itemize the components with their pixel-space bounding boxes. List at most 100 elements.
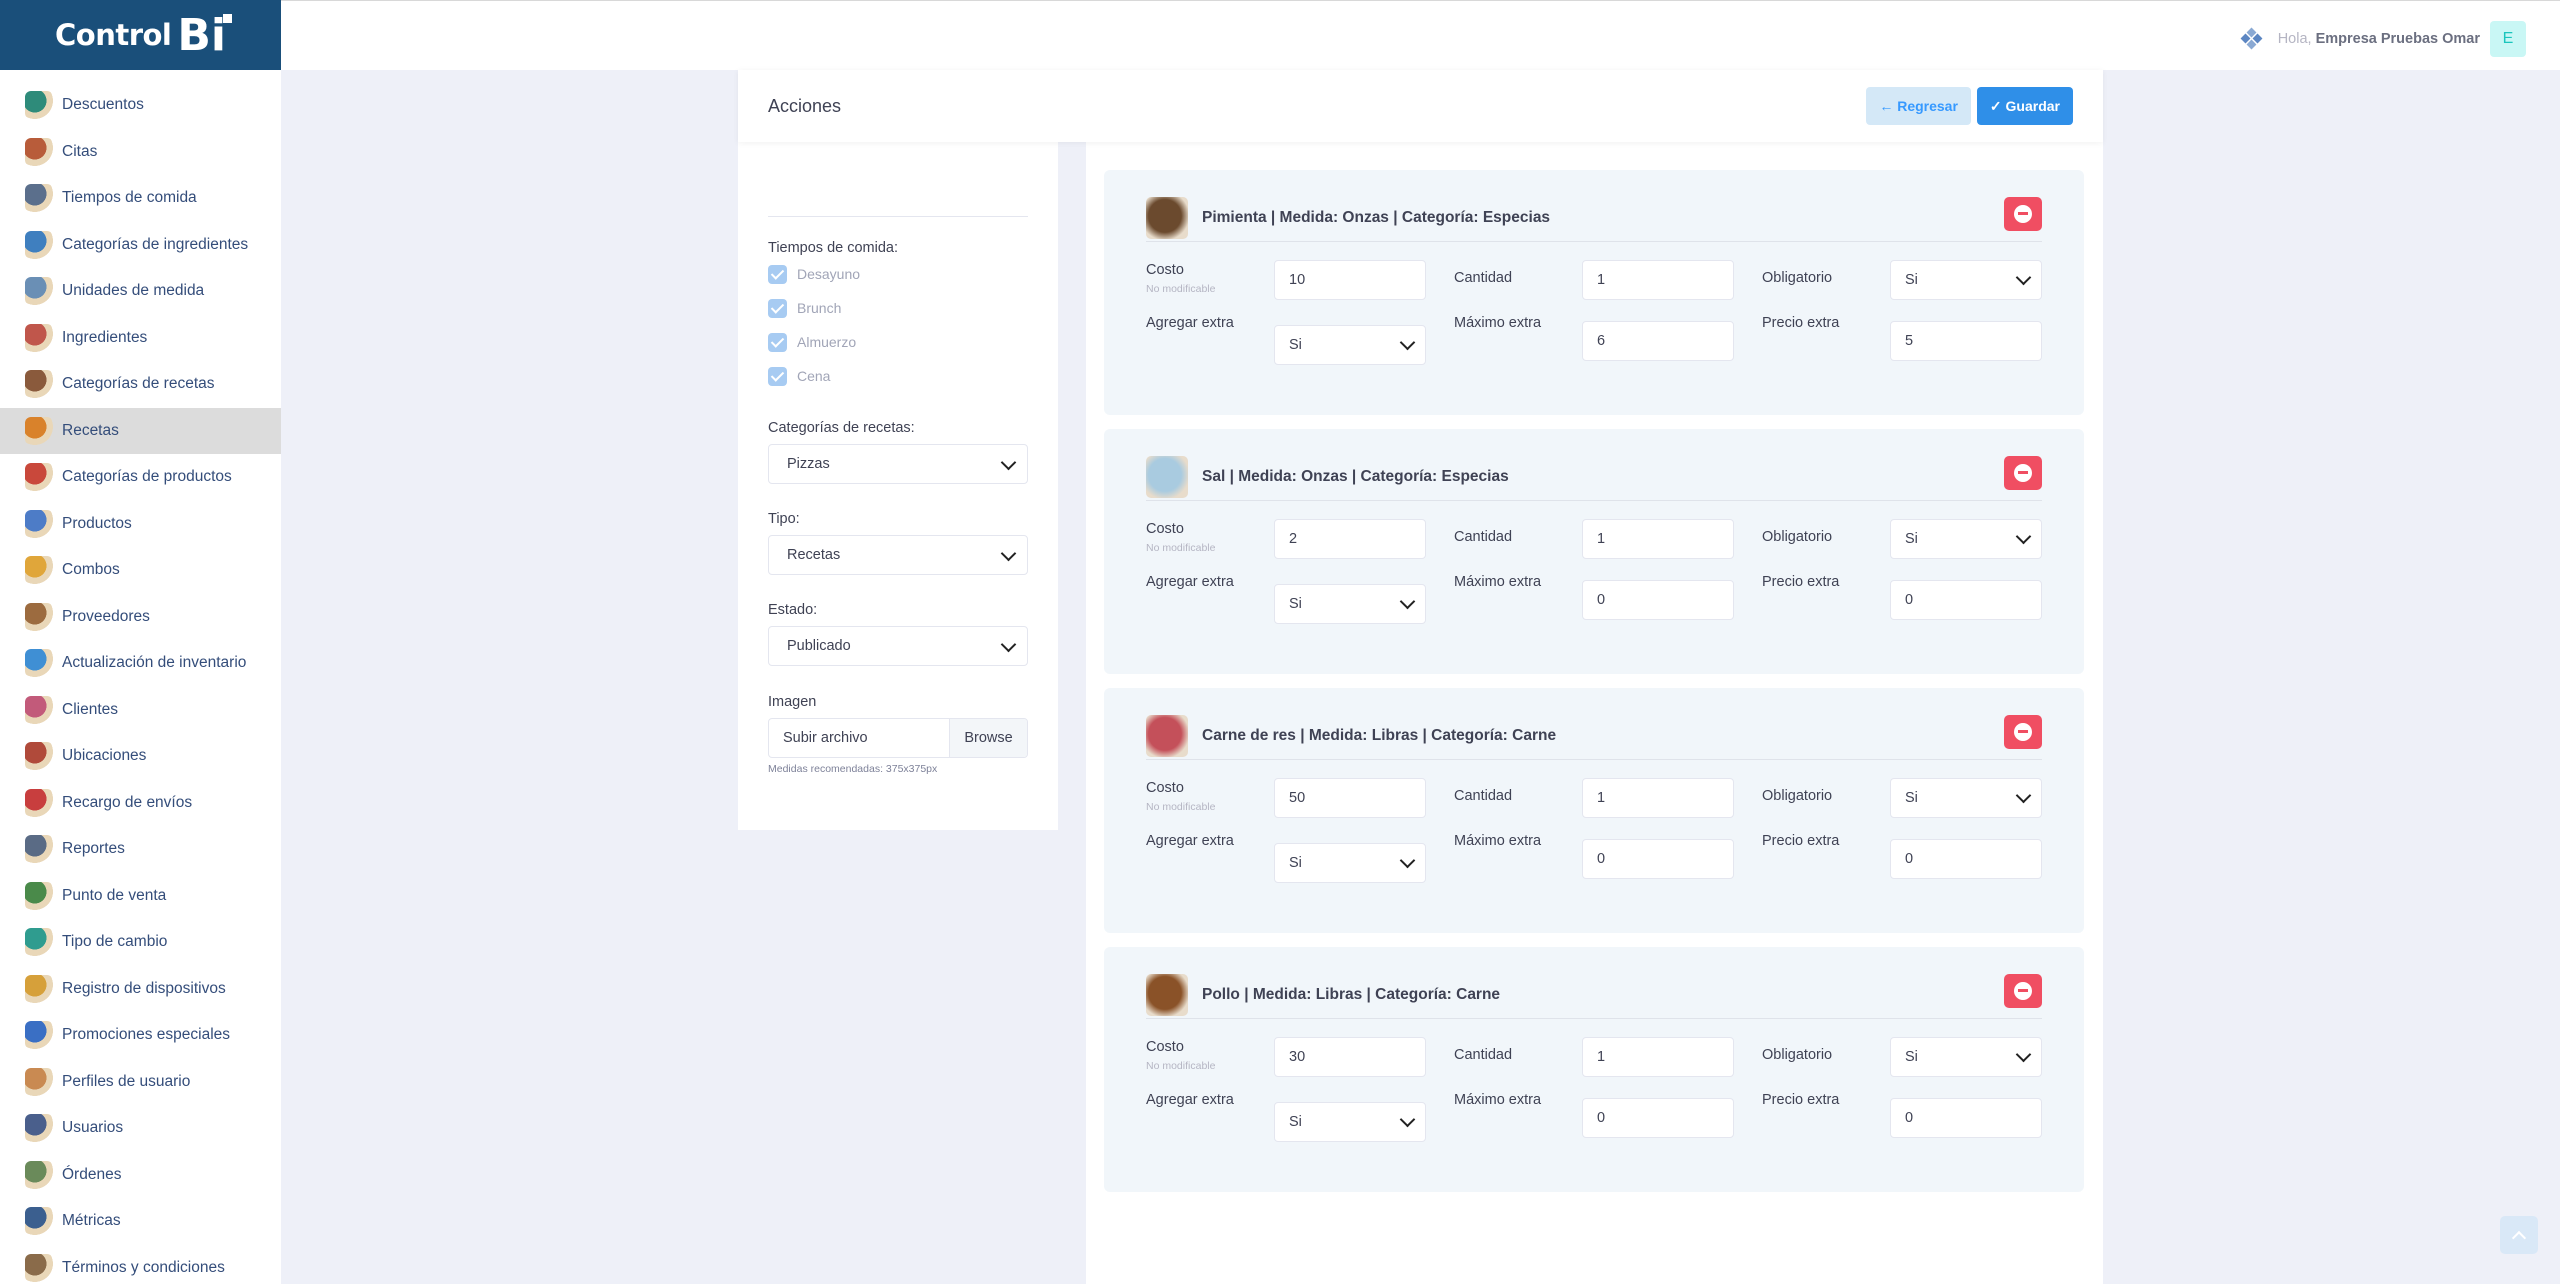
cost-input[interactable]: 10 <box>1274 260 1426 300</box>
meal-time-checkbox[interactable] <box>768 264 787 284</box>
cost-input[interactable]: 30 <box>1274 1037 1426 1077</box>
sidebar-item-ingredients[interactable]: Ingredientes <box>0 315 281 362</box>
meal-time-option[interactable]: Cena <box>768 366 1028 386</box>
sidebar-item-calendar[interactable]: Citas <box>0 129 281 176</box>
max-extra-input[interactable]: 6 <box>1582 321 1734 361</box>
sidebar-item-label: Usuarios <box>62 1119 124 1137</box>
meal-time-checkbox[interactable] <box>768 332 787 352</box>
user-menu[interactable]: Hola, Empresa Pruebas Omar E <box>2240 21 2526 57</box>
cost-hint: No modificable <box>1146 283 1216 295</box>
sidebar-item-ingredient-category[interactable]: Categorías de ingredientes <box>0 222 281 269</box>
back-button[interactable]: ← Regresar <box>1866 87 1971 125</box>
recipe-category-select[interactable]: Pizzas <box>768 444 1028 484</box>
sidebar-item-user-profile[interactable]: Perfiles de usuario <box>0 1059 281 1106</box>
meal-time-option[interactable]: Almuerzo <box>768 332 1028 352</box>
quantity-input[interactable]: 1 <box>1582 519 1734 559</box>
sidebar-item-terms[interactable]: Términos y condiciones <box>0 1245 281 1284</box>
remove-ingredient-button[interactable] <box>2004 714 2042 749</box>
add-extra-select[interactable]: Si <box>1274 1102 1426 1142</box>
required-value: Si <box>1905 790 1918 806</box>
sidebar-item-label: Categorías de ingredientes <box>62 235 249 253</box>
sidebar-item-location[interactable]: Ubicaciones <box>0 733 281 780</box>
required-select[interactable]: Si <box>1890 778 2042 818</box>
recipes-icon <box>25 416 53 445</box>
quantity-input[interactable]: 1 <box>1582 778 1734 818</box>
sidebar-item-combos[interactable]: Combos <box>0 547 281 594</box>
type-select[interactable]: Recetas <box>768 535 1028 575</box>
ingredient-thumbnail <box>1146 973 1188 1016</box>
sidebar-item-exchange[interactable]: Tipo de cambio <box>0 919 281 966</box>
scroll-to-top-button[interactable] <box>2500 1216 2538 1254</box>
sidebar-item-delivery[interactable]: Recargo de envíos <box>0 780 281 827</box>
add-extra-select[interactable]: Si <box>1274 325 1426 365</box>
quantity-input[interactable]: 1 <box>1582 1037 1734 1077</box>
sidebar-item-suppliers[interactable]: Proveedores <box>0 594 281 641</box>
sidebar-item-product-category[interactable]: Categorías de productos <box>0 454 281 501</box>
sidebar-nav: Descuentos Citas Tiempos de comida Categorí… <box>0 70 281 1284</box>
sidebar-item-metrics[interactable]: Métricas <box>0 1198 281 1245</box>
discount-icon <box>25 91 53 120</box>
remove-ingredient-button[interactable] <box>2004 196 2042 231</box>
add-extra-select[interactable]: Si <box>1274 584 1426 624</box>
meal-times-list: Desayuno Brunch Almuerzo Cena <box>768 264 1028 386</box>
meal-time-option[interactable]: Desayuno <box>768 264 1028 284</box>
max-extra-label: Máximo extra <box>1454 833 1542 849</box>
sidebar-item-label: Recargo de envíos <box>62 793 193 811</box>
max-extra-input[interactable]: 0 <box>1582 580 1734 620</box>
extra-price-input[interactable]: 5 <box>1890 321 2042 361</box>
required-select[interactable]: Si <box>1890 260 2042 300</box>
sidebar-item-pos[interactable]: Punto de venta <box>0 873 281 920</box>
sidebar-item-clients[interactable]: Clientes <box>0 687 281 734</box>
chevron-down-icon <box>2015 269 2032 286</box>
add-extra-label: Agregar extra <box>1146 833 1234 849</box>
sidebar-item-users[interactable]: Usuarios <box>0 1105 281 1152</box>
save-button[interactable]: ✓ Guardar <box>1976 87 2073 125</box>
sidebar-item-devices[interactable]: Registro de dispositivos <box>0 966 281 1013</box>
max-extra-input[interactable]: 0 <box>1582 1098 1734 1138</box>
sidebar-item-label: Órdenes <box>62 1165 122 1183</box>
sidebar-item-recipes[interactable]: Recetas <box>0 407 281 454</box>
cost-input[interactable]: 50 <box>1274 778 1426 818</box>
ingredient-header: Pimienta | Medida: Onzas | Categoría: Es… <box>1146 194 2042 242</box>
remove-ingredient-button[interactable] <box>2004 455 2042 490</box>
apps-icon[interactable] <box>2240 27 2263 50</box>
cost-hint: No modificable <box>1146 542 1216 554</box>
status-select[interactable]: Publicado <box>768 626 1028 666</box>
user-profile-icon <box>25 1067 53 1096</box>
sidebar-item-promotions[interactable]: Promociones especiales <box>0 1012 281 1059</box>
sidebar-item-products[interactable]: Productos <box>0 501 281 548</box>
avatar[interactable]: E <box>2490 21 2526 57</box>
image-upload-placeholder[interactable]: Subir archivo <box>769 719 949 757</box>
required-label: Obligatorio <box>1762 270 1833 286</box>
brand-logo[interactable]: Control Bi <box>0 0 281 70</box>
sidebar-item-label: Actualización de inventario <box>62 654 247 672</box>
extra-price-input[interactable]: 0 <box>1890 1098 2042 1138</box>
extra-price-input[interactable]: 0 <box>1890 580 2042 620</box>
image-upload[interactable]: Subir archivo Browse <box>768 718 1028 758</box>
add-extra-select[interactable]: Si <box>1274 843 1426 883</box>
sidebar-item-measure[interactable]: Unidades de medida <box>0 268 281 315</box>
meal-time-checkbox[interactable] <box>768 298 787 318</box>
sidebar-item-meal-time[interactable]: Tiempos de comida <box>0 175 281 222</box>
required-value: Si <box>1905 1049 1918 1065</box>
sidebar-item-recipe-category[interactable]: Categorías de recetas <box>0 361 281 408</box>
required-select[interactable]: Si <box>1890 1037 2042 1077</box>
chevron-down-icon <box>1000 636 1017 653</box>
sidebar-item-inventory[interactable]: Actualización de inventario <box>0 640 281 687</box>
browse-button[interactable]: Browse <box>949 719 1027 757</box>
sidebar-item-orders[interactable]: Órdenes <box>0 1152 281 1199</box>
meal-time-checkbox[interactable] <box>768 366 787 386</box>
quantity-input[interactable]: 1 <box>1582 260 1734 300</box>
meal-time-option[interactable]: Brunch <box>768 298 1028 318</box>
chevron-down-icon <box>1399 593 1416 610</box>
sidebar-item-discount[interactable]: Descuentos <box>0 82 281 129</box>
required-select[interactable]: Si <box>1890 519 2042 559</box>
max-extra-input[interactable]: 0 <box>1582 839 1734 879</box>
extra-price-input[interactable]: 0 <box>1890 839 2042 879</box>
combos-icon <box>25 556 53 585</box>
cost-input[interactable]: 2 <box>1274 519 1426 559</box>
sidebar-item-reports[interactable]: Reportes <box>0 826 281 873</box>
remove-ingredient-button[interactable] <box>2004 973 2042 1008</box>
devices-icon <box>25 974 53 1003</box>
ingredient-title: Sal | Medida: Onzas | Categoría: Especia… <box>1202 467 1509 485</box>
